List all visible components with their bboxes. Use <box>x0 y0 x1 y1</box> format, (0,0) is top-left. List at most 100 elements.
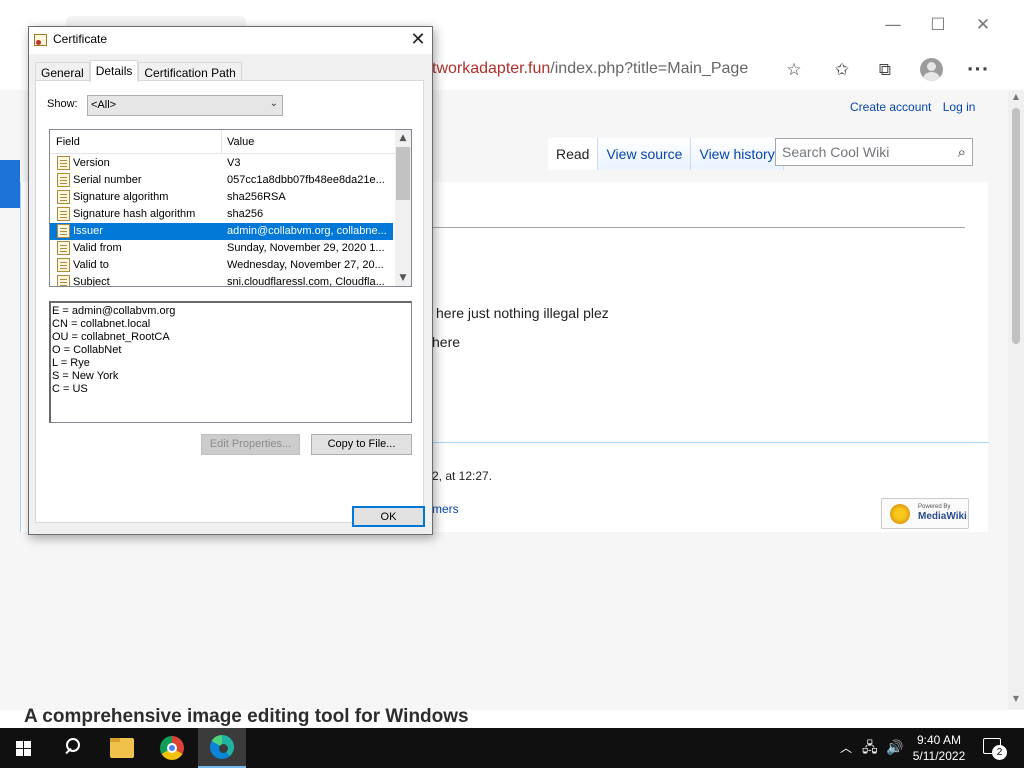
windows-start-icon[interactable] <box>16 741 32 756</box>
field-name: Version <box>73 157 110 169</box>
column-header-value[interactable]: Value <box>227 136 254 148</box>
notification-count-badge: 2 <box>992 745 1007 760</box>
value-line: OU = collabnet_RootCA <box>52 331 170 343</box>
clock-date: 5/11/2022 <box>912 749 966 763</box>
list-item[interactable]: Valid from Sunday, November 29, 2020 1... <box>50 240 393 257</box>
column-divider[interactable] <box>221 130 222 154</box>
body-text: here <box>432 334 461 350</box>
maximize-button[interactable]: ☐ <box>915 10 961 40</box>
certificate-dialog: Certificate ✕ General Details Certificat… <box>28 26 433 535</box>
field-rows: Version V3 Serial number 057cc1a8dbb07fb48… <box>50 155 395 287</box>
value-line: O = CollabNet <box>52 344 122 356</box>
field-icon <box>57 224 70 238</box>
value-lines: E = admin@collabvm.org CN = collabnet.lo… <box>52 305 175 396</box>
url-path: /index.php?title=Main_Page <box>550 60 749 77</box>
collections-icon[interactable]: ⧉ <box>873 58 897 82</box>
value-line: CN = collabnet.local <box>52 318 151 330</box>
field-value: sha256 <box>227 208 264 220</box>
scroll-down-icon[interactable]: ▼ <box>1008 694 1024 708</box>
chevron-up-icon[interactable]: ︿ <box>840 740 852 756</box>
value-line: L = Rye <box>52 357 90 369</box>
copy-to-file-button[interactable]: Copy to File... <box>311 434 412 455</box>
add-favorite-icon[interactable]: ☆ <box>782 58 806 82</box>
clock[interactable]: 9:40 AM 5/11/2022 <box>904 732 974 764</box>
favorites-icon[interactable]: ✩ <box>830 58 854 82</box>
file-explorer-icon[interactable] <box>110 738 134 758</box>
page-scrollbar[interactable]: ▲ ▼ <box>1008 90 1024 710</box>
dialog-title: Certificate <box>53 32 108 46</box>
scroll-thumb[interactable] <box>1012 108 1020 344</box>
badge-name: MediaWiki <box>918 511 967 522</box>
field-value: 057cc1a8dbb07fb48ee8da21e... <box>227 174 385 186</box>
value-line: S = New York <box>52 370 119 382</box>
field-value: Sunday, November 29, 2020 1... <box>227 242 385 254</box>
field-icon <box>57 207 70 221</box>
list-item[interactable]: Signature algorithm sha256RSA <box>50 189 393 206</box>
clock-time: 9:40 AM <box>916 733 962 747</box>
profile-icon[interactable] <box>920 58 943 81</box>
menu-icon[interactable]: ··· <box>966 58 990 82</box>
powered-by-mediawiki-badge[interactable]: Powered By MediaWiki <box>881 498 969 529</box>
field-name: Valid to <box>73 259 109 271</box>
dialog-close-button[interactable]: ✕ <box>404 28 432 52</box>
field-icon <box>57 156 70 170</box>
url-domain: tworkadapter.fun <box>432 60 551 77</box>
ok-button[interactable]: OK <box>352 506 425 527</box>
volume-icon[interactable]: 🔊 <box>886 740 903 756</box>
dialog-tabs: General Details Certification Path <box>35 60 242 82</box>
certificate-icon <box>34 34 47 46</box>
chrome-icon[interactable] <box>160 736 184 760</box>
search-icon[interactable] <box>62 736 86 760</box>
close-window-button[interactable]: ✕ <box>960 10 1006 40</box>
list-item[interactable]: Signature hash algorithm sha256 <box>50 206 393 223</box>
edit-properties-button: Edit Properties... <box>201 434 300 455</box>
log-in-link[interactable]: Log in <box>943 100 976 114</box>
tab-read[interactable]: Read <box>548 138 599 170</box>
field-value: admin@collabvm.org, collabne... <box>227 225 387 237</box>
list-item[interactable]: Valid to Wednesday, November 27, 20... <box>50 257 393 274</box>
list-item[interactable]: Version V3 <box>50 155 393 172</box>
url-text[interactable]: tworkadapter.fun/index.php?title=Main_Pa… <box>432 60 748 78</box>
field-value-textbox[interactable]: E = admin@collabvm.org CN = collabnet.lo… <box>49 301 412 423</box>
column-header-field[interactable]: Field <box>56 136 80 148</box>
list-scrollbar[interactable]: ▲ ▼ <box>395 130 411 286</box>
list-item-selected[interactable]: Issuer admin@collabvm.org, collabne... <box>50 223 393 240</box>
sidebar-strip <box>0 160 20 208</box>
show-dropdown[interactable]: <All> ⌄ <box>87 95 283 116</box>
list-item[interactable]: Subject sni.cloudflaressl.com, Cloudfla..… <box>50 274 393 287</box>
footer-disclaimers-link[interactable]: mers <box>432 502 459 516</box>
scroll-up-icon[interactable]: ▲ <box>395 130 411 146</box>
scroll-down-icon[interactable]: ▼ <box>395 270 411 286</box>
field-icon <box>57 258 70 272</box>
network-icon[interactable]: 🖧 <box>862 740 878 756</box>
tab-view-history[interactable]: View history <box>691 138 784 170</box>
footer-last-modified: 2, at 12:27. <box>432 469 493 483</box>
tab-certification-path[interactable]: Certification Path <box>138 62 242 82</box>
show-dropdown-value: <All> <box>91 99 117 111</box>
footer-divider <box>432 442 989 443</box>
dialog-titlebar[interactable]: Certificate ✕ <box>29 27 432 54</box>
field-list[interactable]: Field Value Version V3 Serial number 057cc… <box>49 129 412 287</box>
scroll-up-icon[interactable]: ▲ <box>1008 92 1024 106</box>
edge-taskbar-button[interactable] <box>198 728 246 768</box>
badge-powered-by: Powered By <box>918 504 951 510</box>
field-name: Serial number <box>73 174 142 186</box>
minimize-button[interactable]: — <box>870 10 916 40</box>
tab-details[interactable]: Details <box>89 60 139 82</box>
field-value: sni.cloudflaressl.com, Cloudfla... <box>227 276 385 287</box>
wiki-search-input[interactable]: Search Cool Wiki ⌕ <box>775 138 973 166</box>
tab-general[interactable]: General <box>35 62 90 82</box>
create-account-link[interactable]: Create account <box>850 100 931 114</box>
taskbar: ︿ 🖧 🔊 9:40 AM 5/11/2022 2 <box>0 728 1024 768</box>
scroll-thumb[interactable] <box>396 147 410 200</box>
mediawiki-logo-icon <box>890 504 910 524</box>
tab-view-source[interactable]: View source <box>598 138 692 170</box>
view-tabs: Read View source View history <box>548 138 784 170</box>
list-item[interactable]: Serial number 057cc1a8dbb07fb48ee8da21e..… <box>50 172 393 189</box>
field-name: Subject <box>73 276 110 287</box>
value-line: E = admin@collabvm.org <box>52 305 176 317</box>
field-name: Signature hash algorithm <box>73 208 196 220</box>
edge-icon <box>210 735 234 759</box>
search-icon[interactable]: ⌕ <box>958 143 966 161</box>
status-text: A comprehensive image editing tool for W… <box>24 706 469 727</box>
